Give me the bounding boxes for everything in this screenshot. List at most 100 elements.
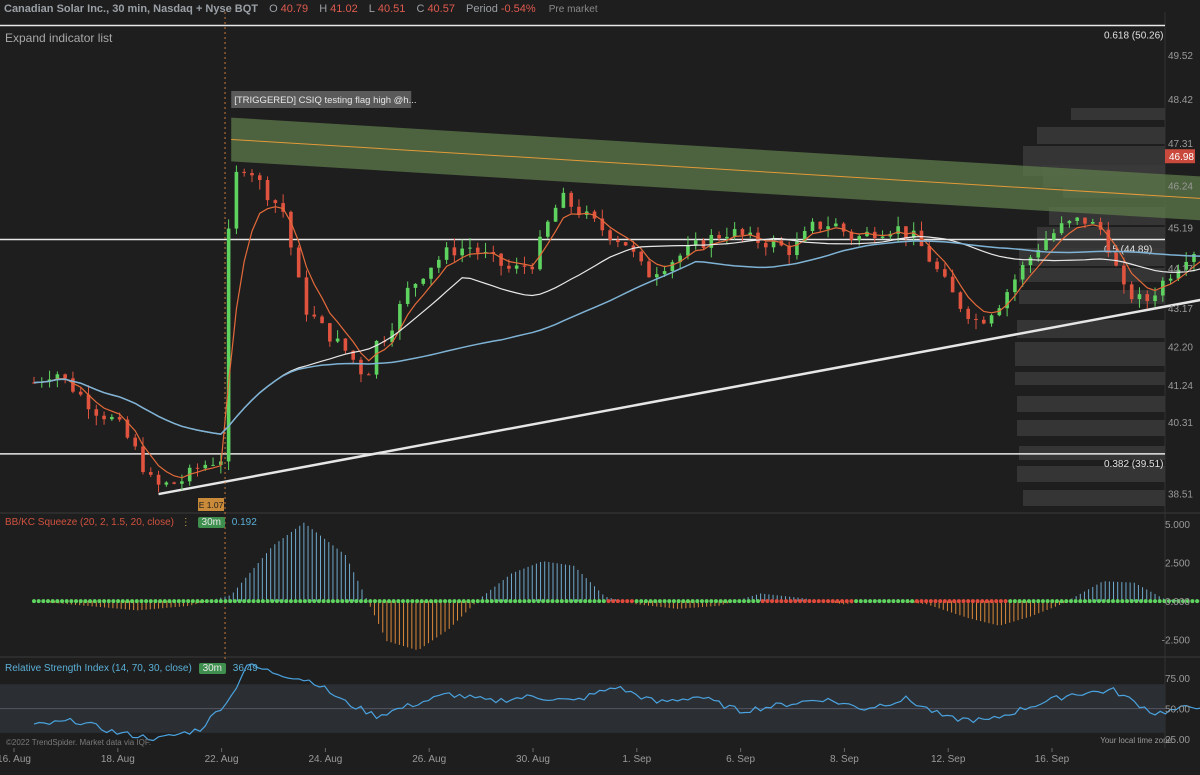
- squeeze-dot: [499, 599, 504, 604]
- squeeze-dot: [466, 599, 471, 604]
- squeeze-dot: [760, 599, 765, 604]
- candle-body: [460, 248, 464, 256]
- candle-body: [989, 315, 994, 324]
- candle-body: [514, 265, 519, 269]
- squeeze-dot: [643, 599, 648, 604]
- squeeze-title: BB/KC Squeeze (20, 2, 1.5, 20, close): [5, 517, 174, 528]
- squeeze-dot: [284, 599, 289, 604]
- expand-indicator-list-link[interactable]: Expand indicator list: [5, 31, 112, 45]
- candle-body: [1067, 220, 1072, 224]
- close-label: C: [416, 3, 425, 15]
- squeeze-dot: [125, 599, 130, 604]
- squeeze-dot: [265, 599, 270, 604]
- squeeze-timeframe-badge: 30m: [197, 517, 225, 528]
- squeeze-dot: [863, 599, 868, 604]
- candle-body: [312, 314, 317, 317]
- squeeze-dot: [97, 599, 102, 604]
- rsi-value: 36.49: [232, 663, 258, 674]
- squeeze-dot: [1017, 599, 1022, 604]
- squeeze-dot: [134, 599, 139, 604]
- squeeze-dot: [452, 599, 457, 604]
- squeeze-dot: [653, 599, 658, 604]
- squeeze-dot: [513, 599, 518, 604]
- squeeze-dot: [611, 599, 616, 604]
- squeeze-dot: [844, 599, 849, 604]
- squeeze-dot: [312, 599, 317, 604]
- squeeze-dot: [83, 599, 88, 604]
- candle-body: [530, 266, 535, 270]
- squeeze-dot: [223, 599, 228, 604]
- candle-body: [156, 474, 161, 485]
- squeeze-dot: [765, 599, 770, 604]
- squeeze-dot: [676, 599, 681, 604]
- price-tick-label: 40.31: [1168, 418, 1193, 429]
- squeeze-dot: [994, 599, 999, 604]
- candle-body: [203, 464, 208, 469]
- candle-body: [94, 409, 99, 416]
- squeeze-dot: [326, 599, 331, 604]
- squeeze-dot: [835, 599, 840, 604]
- squeeze-dot: [386, 599, 391, 604]
- rsi-indicator-label[interactable]: Relative Strength Index (14, 70, 30, clo…: [5, 663, 258, 674]
- candle-body: [328, 323, 332, 342]
- squeeze-dot: [419, 599, 424, 604]
- squeeze-tick-label: 5.000: [1165, 520, 1190, 531]
- candle-body: [958, 292, 963, 309]
- squeeze-dot: [746, 599, 751, 604]
- candle-body: [616, 239, 620, 243]
- squeeze-dot: [1092, 599, 1097, 604]
- more-icon[interactable]: ⋮: [181, 517, 191, 528]
- squeeze-dot: [1087, 599, 1092, 604]
- timezone-label[interactable]: Your local time zone: [1100, 736, 1172, 745]
- squeeze-dot: [555, 599, 560, 604]
- squeeze-dot: [200, 599, 205, 604]
- squeeze-dot: [597, 599, 602, 604]
- squeeze-dot: [952, 599, 957, 604]
- squeeze-dot: [340, 599, 345, 604]
- candle-body: [1044, 239, 1048, 250]
- squeeze-dot: [46, 599, 51, 604]
- squeeze-dot: [522, 599, 527, 604]
- candle-body: [1145, 294, 1150, 302]
- candle-body: [63, 374, 67, 379]
- squeeze-dot: [148, 599, 153, 604]
- squeeze-dot: [984, 599, 989, 604]
- squeeze-dot: [527, 599, 532, 604]
- price-tick-label: 42.20: [1168, 343, 1193, 354]
- squeeze-dot: [840, 599, 845, 604]
- squeeze-dot: [685, 599, 690, 604]
- squeeze-dot: [401, 599, 406, 604]
- candle-body: [320, 316, 324, 324]
- squeeze-dot: [106, 599, 111, 604]
- squeeze-dot: [751, 599, 756, 604]
- squeeze-dot: [1096, 599, 1101, 604]
- x-tick-label: 30. Aug: [516, 754, 550, 765]
- squeeze-dot: [1022, 599, 1027, 604]
- x-tick-label: 24. Aug: [308, 754, 342, 765]
- squeeze-dot: [699, 599, 704, 604]
- squeeze-tick-label: -2.500: [1162, 636, 1191, 647]
- candle-body: [1168, 278, 1173, 281]
- alert-text: [TRIGGERED] CSIQ testing flag high @h...: [234, 95, 416, 106]
- candle-body: [935, 261, 939, 270]
- squeeze-dot: [172, 599, 177, 604]
- squeeze-dot: [690, 599, 695, 604]
- candle-body: [546, 221, 550, 237]
- candle-body: [289, 211, 293, 248]
- candle-body: [444, 247, 449, 260]
- squeeze-dot: [316, 599, 321, 604]
- squeeze-dot: [830, 599, 835, 604]
- x-tick-label: 16. Sep: [1035, 754, 1070, 765]
- squeeze-dot: [914, 599, 919, 604]
- candle-body: [499, 253, 503, 266]
- squeeze-dot: [788, 599, 793, 604]
- session-label: Pre market: [548, 4, 598, 15]
- squeeze-indicator-label[interactable]: BB/KC Squeeze (20, 2, 1.5, 20, close) ⋮ …: [5, 517, 257, 528]
- squeeze-dot: [826, 599, 831, 604]
- squeeze-dot: [998, 599, 1003, 604]
- squeeze-dot: [559, 599, 564, 604]
- squeeze-dot: [1157, 599, 1162, 604]
- squeeze-dot: [335, 599, 340, 604]
- squeeze-dot: [1143, 599, 1148, 604]
- squeeze-dot: [396, 599, 401, 604]
